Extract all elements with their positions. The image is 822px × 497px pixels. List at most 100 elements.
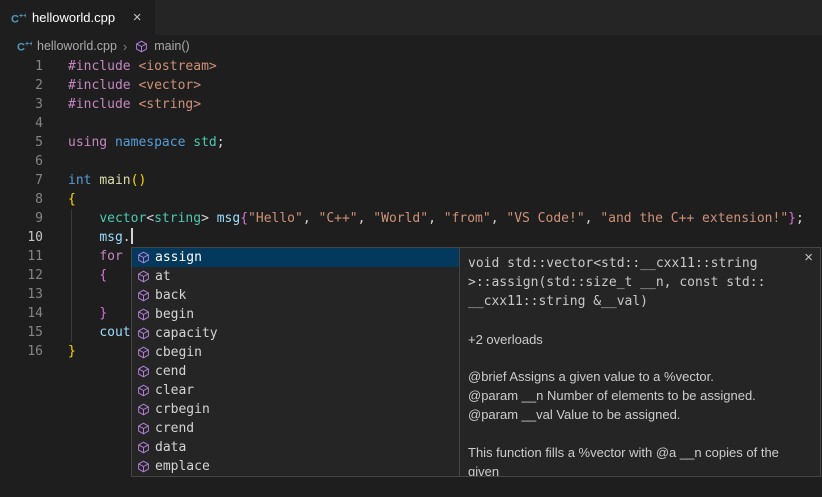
code-text: { [43, 266, 107, 285]
suggest-item-capacity[interactable]: capacity [132, 324, 459, 343]
close-icon[interactable]: × [804, 249, 813, 266]
line-number: 8 [0, 190, 43, 209]
code-line[interactable]: 1#include <iostream> [0, 57, 822, 76]
svg-text:C: C [11, 13, 19, 25]
breadcrumb: C++ helloworld.cpp › main() [0, 35, 822, 57]
signature-line: >::assign(std::size_t __n, const std:: [468, 273, 810, 292]
suggest-item-cend[interactable]: cend [132, 362, 459, 381]
line-number: 14 [0, 304, 43, 323]
suggest-item-back[interactable]: back [132, 286, 459, 305]
suggest-item-cbegin[interactable]: cbegin [132, 343, 459, 362]
docs-overloads[interactable]: +2 overloads [468, 330, 810, 349]
svg-text:C: C [17, 42, 25, 54]
code-text: } [43, 342, 76, 361]
indent-guide [71, 209, 72, 342]
code-text: #include <vector> [43, 76, 201, 95]
doc-line [468, 424, 810, 443]
suggest-item-label: begin [155, 307, 194, 322]
code-line[interactable]: 5using namespace std; [0, 133, 822, 152]
code-text: msg. [43, 228, 133, 247]
suggest-item-label: cbegin [155, 345, 202, 360]
suggest-list[interactable]: assign at back begin capacity cbegin cend clear… [131, 247, 460, 477]
code-text: #include <iostream> [43, 57, 217, 76]
suggest-item-begin[interactable]: begin [132, 305, 459, 324]
line-number: 10 [0, 228, 43, 247]
line-number: 11 [0, 247, 43, 266]
method-icon [135, 250, 151, 266]
method-icon [135, 402, 151, 418]
doc-line: @param __n Number of elements to be assi… [468, 386, 810, 405]
code-text: #include <string> [43, 95, 201, 114]
line-number: 1 [0, 57, 43, 76]
suggest-item-label: crbegin [155, 402, 210, 417]
code-line[interactable]: 7int main() [0, 171, 822, 190]
svg-text:++: ++ [25, 41, 32, 48]
cpp-file-icon: C++ [10, 10, 26, 26]
line-number: 2 [0, 76, 43, 95]
suggest-item-clear[interactable]: clear [132, 381, 459, 400]
signature-line: void std::vector<std::__cxx11::string [468, 254, 810, 273]
suggest-widget: assign at back begin capacity cbegin cend clear… [131, 247, 821, 477]
tab-helloworld-cpp[interactable]: C++ helloworld.cpp × [0, 0, 155, 35]
code-line[interactable]: 3#include <string> [0, 95, 822, 114]
code-line[interactable]: 2#include <vector> [0, 76, 822, 95]
docs-signature: void std::vector<std::__cxx11::string>::… [468, 254, 810, 311]
tab-close-icon[interactable]: × [129, 9, 145, 26]
line-number: 9 [0, 209, 43, 228]
signature-line: __cxx11::string &__val) [468, 292, 810, 311]
code-text: vector<string> msg{"Hello", "C++", "Worl… [43, 209, 804, 228]
code-line[interactable]: 6 [0, 152, 822, 171]
method-icon [135, 288, 151, 304]
suggest-item-label: capacity [155, 326, 218, 341]
suggest-docs-panel: × void std::vector<std::__cxx11::string>… [459, 247, 821, 477]
line-number: 13 [0, 285, 43, 304]
suggest-item-crend[interactable]: crend [132, 419, 459, 438]
code-text: for [43, 247, 131, 266]
line-number: 16 [0, 342, 43, 361]
method-icon [135, 440, 151, 456]
code-text: cout [43, 323, 131, 342]
suggest-item-crbegin[interactable]: crbegin [132, 400, 459, 419]
code-text: } [43, 304, 107, 323]
svg-text:++: ++ [19, 13, 26, 20]
code-text [43, 152, 68, 171]
chevron-right-icon: › [122, 39, 128, 54]
method-icon [133, 38, 149, 54]
docs-body: @brief Assigns a given value to a %vecto… [468, 367, 810, 477]
code-text: { [43, 190, 76, 209]
line-number: 5 [0, 133, 43, 152]
tab-bar: C++ helloworld.cpp × [0, 0, 822, 35]
code-line[interactable]: 9 vector<string> msg{"Hello", "C++", "Wo… [0, 209, 822, 228]
line-number: 3 [0, 95, 43, 114]
code-line[interactable]: 8{ [0, 190, 822, 209]
suggest-item-at[interactable]: at [132, 267, 459, 286]
code-text [43, 285, 68, 304]
code-text: int main() [43, 171, 146, 190]
line-number: 4 [0, 114, 43, 133]
breadcrumb-symbol[interactable]: main() [154, 39, 189, 53]
suggest-item-emplace[interactable]: emplace [132, 457, 459, 476]
method-icon [135, 307, 151, 323]
suggest-item-label: cend [155, 364, 186, 379]
line-number: 12 [0, 266, 43, 285]
method-icon [135, 326, 151, 342]
code-line[interactable]: 4 [0, 114, 822, 133]
method-icon [135, 269, 151, 285]
code-text: using namespace std; [43, 133, 225, 152]
method-icon [135, 459, 151, 475]
method-icon [135, 383, 151, 399]
method-icon [135, 364, 151, 380]
code-editor[interactable]: 1#include <iostream>2#include <vector>3#… [0, 57, 822, 497]
code-text [43, 114, 68, 133]
method-icon [135, 421, 151, 437]
doc-line: @param __val Value to be assigned. [468, 405, 810, 424]
line-number: 15 [0, 323, 43, 342]
suggest-item-label: at [155, 269, 171, 284]
doc-line: This function fills a %vector with @a __… [468, 443, 810, 477]
code-line[interactable]: 10 msg. [0, 228, 822, 247]
suggest-item-data[interactable]: data [132, 438, 459, 457]
suggest-item-assign[interactable]: assign [132, 248, 459, 267]
suggest-item-label: assign [155, 250, 202, 265]
breadcrumb-file[interactable]: helloworld.cpp [37, 39, 117, 53]
tab-title: helloworld.cpp [32, 10, 115, 25]
